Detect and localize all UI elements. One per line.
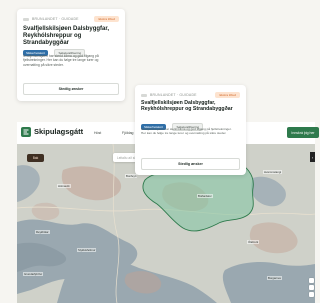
place-label: Grundarfjörður: [23, 272, 44, 276]
layers-button[interactable]: [309, 292, 314, 297]
zoom-in-button[interactable]: [309, 278, 314, 283]
place-label: Hólmavík: [57, 184, 71, 188]
card-title: Svalfjellskilsjøen Dalsbyggfar, Reykhóls…: [141, 100, 233, 113]
card-meta: BRUNLANDET · GUIDADE: [141, 93, 197, 97]
card-action-button[interactable]: Stedlig ønsker: [141, 158, 240, 170]
place-label: Reykhólar: [35, 230, 50, 234]
login-button[interactable]: Innskrá þig her: [287, 127, 319, 138]
card-description: Svalfjellskilsjøen har sterkt klima og g…: [141, 127, 232, 135]
card-meta-text: BRUNLANDET · GUIDADE: [150, 93, 197, 97]
status-badge: Ekstra tilbud: [94, 16, 119, 22]
place-label: Stykkishólmur: [77, 248, 97, 252]
place-label: Hvammstangi: [263, 170, 283, 174]
place-label: Ólafsvík: [247, 240, 260, 244]
chevron-right-icon[interactable]: ›: [310, 152, 315, 162]
map-popup-card: BRUNLANDET · GUIDADE Ekstra tilbud Svalf…: [135, 85, 246, 175]
zoom-out-button[interactable]: [309, 285, 314, 290]
card-meta: BRUNLANDET · GUIDADE: [23, 17, 79, 21]
status-dot: [23, 17, 29, 21]
logo-text[interactable]: Skipulagsgátt: [34, 127, 83, 136]
logo-icon[interactable]: [21, 127, 31, 137]
nav-link-home[interactable]: Hóst: [94, 131, 101, 135]
card-description: Svalfjellskilsjøen har sterkt klima og g…: [23, 54, 99, 67]
place-label: Borðeyri: [125, 174, 138, 178]
card-meta-text: BRUNLANDET · GUIDADE: [32, 17, 79, 21]
status-badge: Ekstra tilbud: [215, 92, 240, 98]
nav-link-map[interactable]: Fjöldag: [122, 131, 133, 135]
place-label: Búðardalur: [197, 194, 213, 198]
card-action-button[interactable]: Stedlig ønsker: [23, 83, 119, 95]
status-dot: [141, 93, 147, 97]
back-button[interactable]: Bak: [27, 154, 44, 162]
plan-summary-card: BRUNLANDET · GUIDADE Ekstra tilbud Svalf…: [17, 9, 125, 101]
place-label: Borgarnes: [267, 276, 282, 280]
